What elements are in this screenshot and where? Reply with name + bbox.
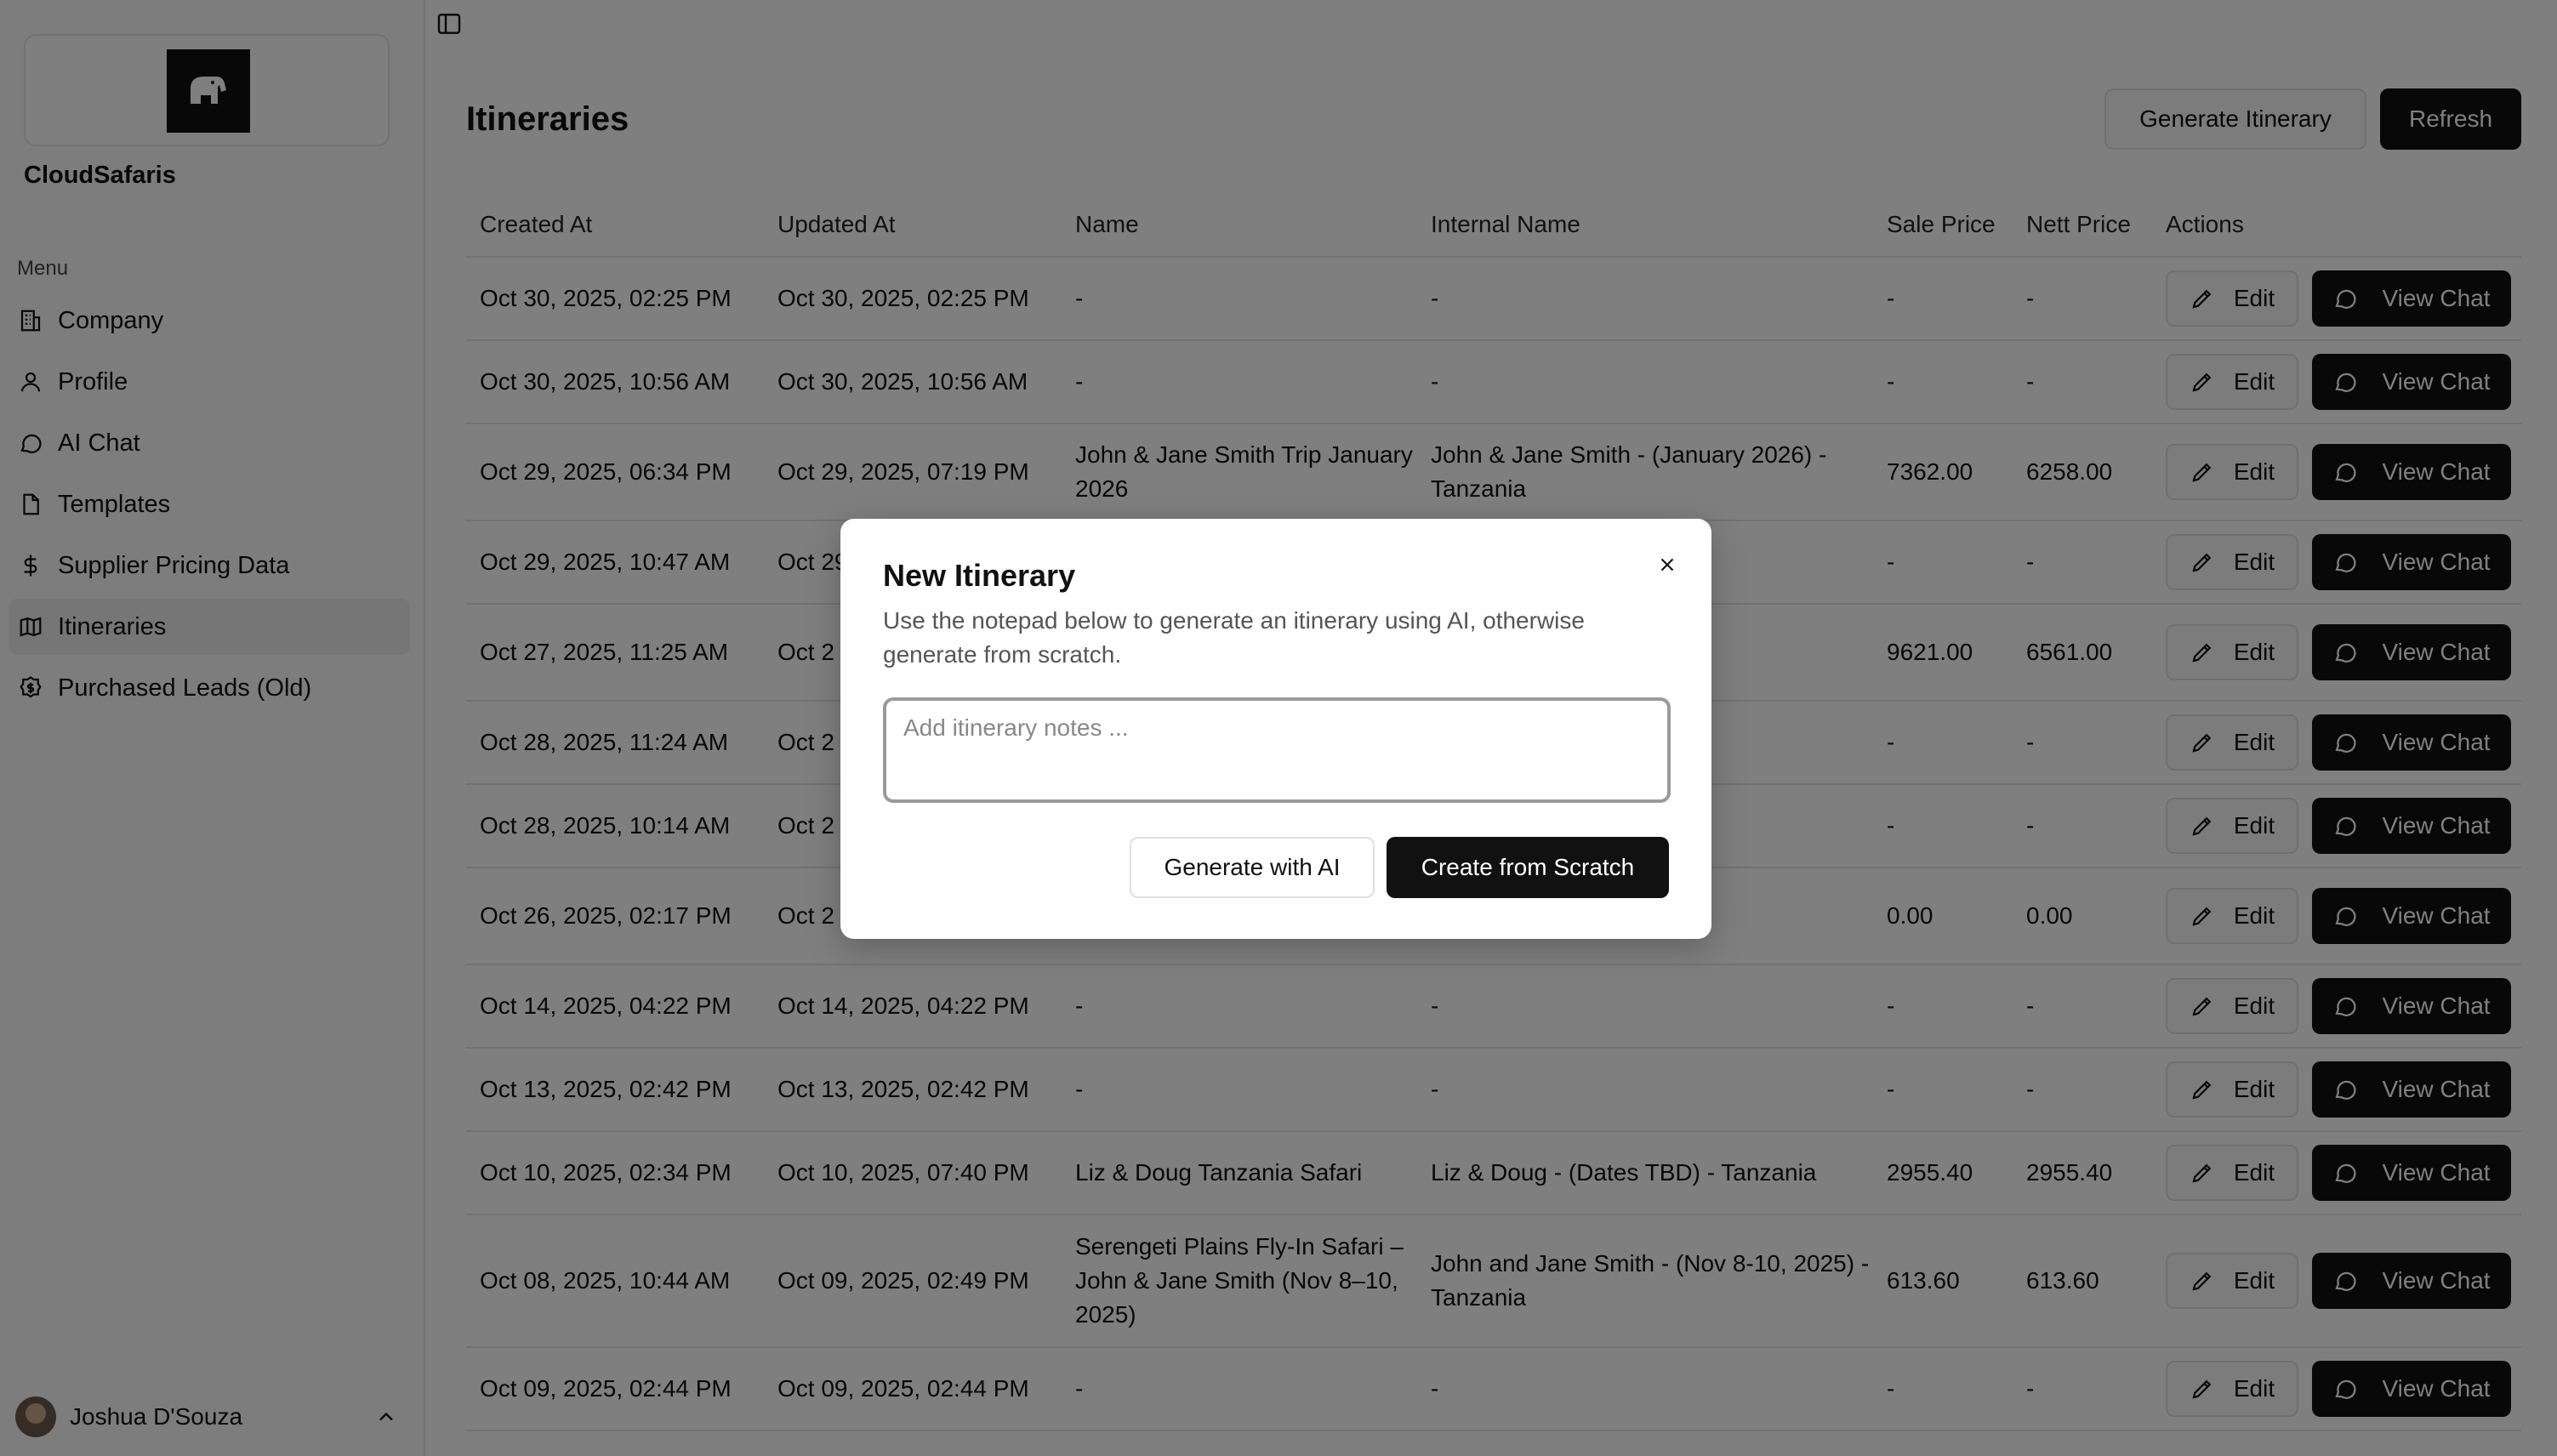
itinerary-notes-input[interactable] xyxy=(883,697,1671,803)
new-itinerary-dialog: New Itinerary Use the notepad below to g… xyxy=(840,519,1711,939)
create-from-scratch-button[interactable]: Create from Scratch xyxy=(1387,837,1669,898)
dialog-description: Use the notepad below to generate an iti… xyxy=(883,607,1585,668)
dialog-title: New Itinerary xyxy=(883,558,1076,593)
generate-with-ai-button[interactable]: Generate with AI xyxy=(1130,837,1375,898)
close-icon[interactable] xyxy=(1652,549,1683,580)
